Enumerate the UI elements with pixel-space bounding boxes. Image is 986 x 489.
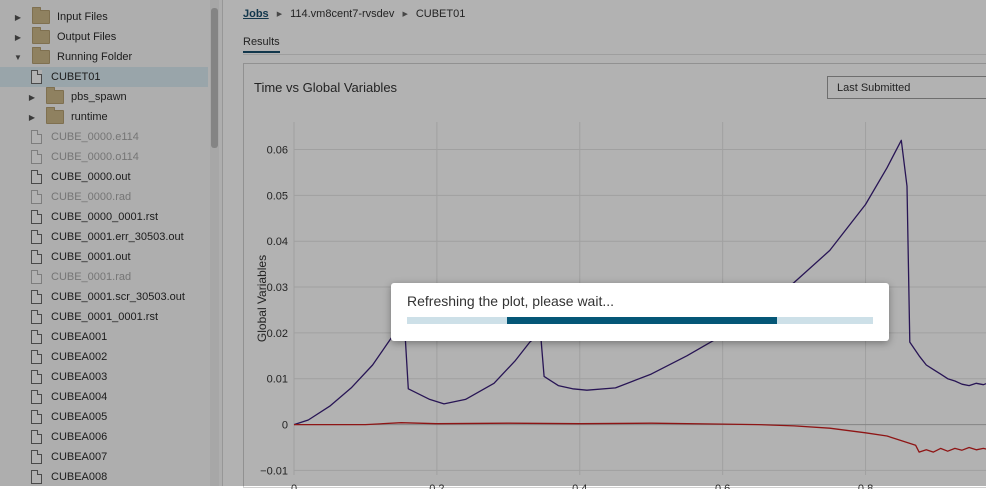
loading-progress-track [407, 317, 873, 324]
loading-overlay: Refreshing the plot, please wait... [0, 0, 986, 486]
loading-progress-fill [507, 317, 778, 324]
loading-dialog: Refreshing the plot, please wait... [391, 283, 889, 341]
loading-message: Refreshing the plot, please wait... [407, 293, 615, 309]
